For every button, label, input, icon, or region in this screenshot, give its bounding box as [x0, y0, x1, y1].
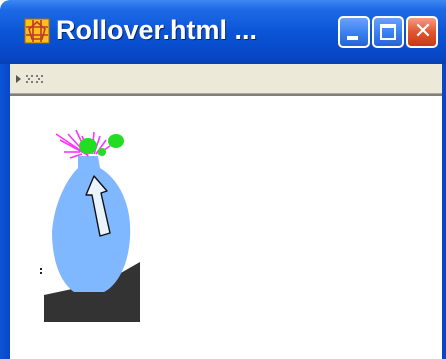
browser-window: Rollover.html ... ✕: [0, 0, 446, 359]
flower-head: [108, 134, 124, 148]
flower-head: [98, 148, 106, 156]
window-frame-right: [442, 64, 446, 359]
dot: [40, 268, 42, 270]
window-title: Rollover.html ...: [56, 15, 258, 45]
toolbar: [10, 64, 442, 94]
vase-shape: [52, 156, 131, 292]
flower-head: [79, 138, 97, 154]
page-content: [10, 94, 442, 359]
window-frame-left: [0, 64, 10, 359]
maximize-button[interactable]: [372, 16, 404, 48]
maximize-icon: [380, 24, 396, 40]
minimize-button[interactable]: [338, 16, 370, 48]
close-button[interactable]: ✕: [406, 16, 438, 48]
minimize-icon: [347, 36, 358, 40]
dot: [40, 272, 42, 274]
pentagon-web-icon: [24, 18, 50, 44]
toolbar-grip-icon[interactable]: [16, 73, 56, 85]
rollover-vase-image[interactable]: [10, 96, 442, 359]
title-bar[interactable]: Rollover.html ... ✕: [0, 0, 446, 64]
close-icon: ✕: [413, 19, 433, 44]
